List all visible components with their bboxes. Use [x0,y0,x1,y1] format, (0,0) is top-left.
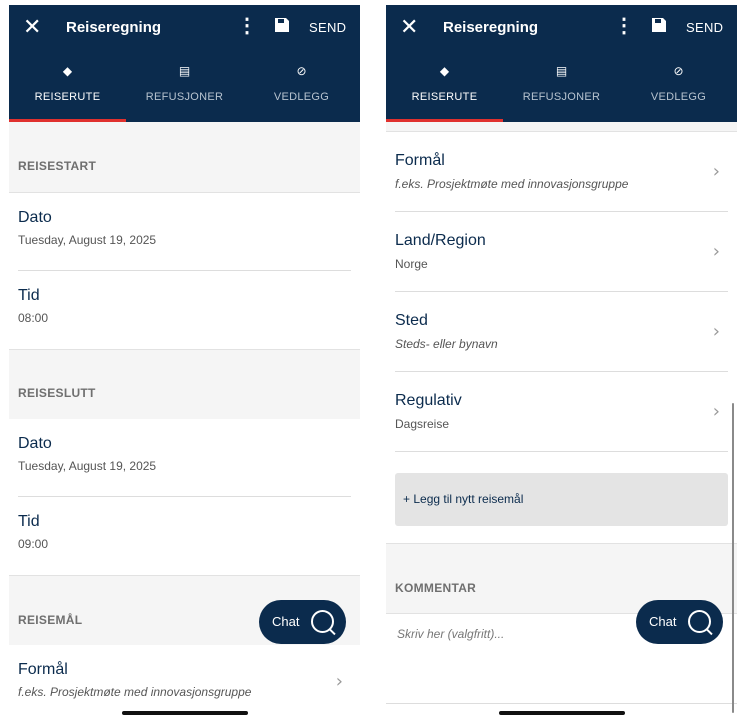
tab-reiserute[interactable]: ◆ REISERUTE [9,61,126,122]
page-title: Reiseregning [443,19,539,36]
section-title: REISESTART [18,159,97,173]
close-icon[interactable]: ✕ [400,13,418,41]
tab-label: REISERUTE [34,91,101,103]
paperclip-icon: ⊘ [296,64,307,78]
field-value: Dagsreise [395,417,450,431]
route-icon: ◆ [439,64,450,78]
chat-button[interactable]: Chat [636,600,723,644]
section-title: KOMMENTAR [395,581,477,595]
send-button[interactable]: SEND [686,20,723,35]
receipt-icon: ▤ [178,64,191,78]
send-button[interactable]: SEND [309,20,346,35]
reisestart-tid-row[interactable]: Tid 08:00 [9,271,360,349]
more-options-icon[interactable]: ⋮ [614,15,634,37]
tab-label: REISERUTE [411,91,478,103]
chat-label: Chat [272,614,300,629]
sted-row[interactable]: Sted Steds- eller bynavn › [386,292,737,372]
section-header-reiseslutt: REISESLUTT [9,349,360,420]
screen-right: ✕ Reiseregning ⋮ SEND ◆ REISERUTE ▤ REFU… [386,5,737,721]
field-value: 09:00 [18,537,49,551]
tab-vedlegg[interactable]: ⊘ VEDLEGG [620,61,737,122]
home-indicator [498,711,625,715]
field-placeholder: f.eks. Prosjektmøte med innovasjonsgrupp… [18,685,252,699]
app-bar: ✕ Reiseregning ⋮ SEND ◆ REISERUTE ▤ REFU… [386,5,737,122]
chat-label: Chat [649,614,677,629]
reisestart-dato-row[interactable]: Dato Tuesday, August 19, 2025 [9,193,360,271]
paperclip-icon: ⊘ [673,64,684,78]
screen-left: ✕ Reiseregning ⋮ SEND ◆ REISERUTE ▤ REFU… [9,5,360,721]
reiseslutt-dato-row[interactable]: Dato Tuesday, August 19, 2025 [9,419,360,497]
field-label: Sted [395,312,428,329]
chevron-right-icon: › [712,241,720,262]
app-bar: ✕ Reiseregning ⋮ SEND ◆ REISERUTE ▤ REFU… [9,5,360,122]
reisemal-formal-row[interactable]: Formål f.eks. Prosjektmøte med innovasjo… [9,645,360,721]
field-label: Formål [395,152,445,169]
field-label: Dato [18,209,52,226]
home-indicator [121,711,248,715]
receipt-icon: ▤ [555,64,568,78]
field-label: Dato [18,435,52,452]
reiseslutt-tid-row[interactable]: Tid 09:00 [9,497,360,575]
more-options-icon[interactable]: ⋮ [237,15,257,37]
tab-refusjoner[interactable]: ▤ REFUSJONER [126,61,243,122]
close-icon[interactable]: ✕ [23,13,41,41]
section-title: REISEMÅL [18,613,83,627]
field-value: Tuesday, August 19, 2025 [18,233,157,247]
field-label: Land/Region [395,232,486,249]
land-region-row[interactable]: Land/Region Norge › [386,212,737,292]
tab-refusjoner[interactable]: ▤ REFUSJONER [503,61,620,122]
section-header-reisestart: REISESTART [9,122,360,193]
section-title: REISESLUTT [18,386,96,400]
field-label: Formål [18,661,68,678]
page-title: Reiseregning [66,19,162,36]
field-placeholder: f.eks. Prosjektmøte med innovasjonsgrupp… [395,177,629,191]
chevron-right-icon: › [335,671,343,692]
tab-label: VEDLEGG [273,91,330,103]
field-value: Norge [395,257,428,271]
tab-label: REFUSJONER [522,91,601,103]
section-header-reisemal [386,122,737,132]
add-destination-button[interactable]: + Legg til nytt reisemål [395,473,728,526]
comment-placeholder: Skriv her (valgfritt)... [397,627,505,641]
save-icon[interactable] [274,17,290,33]
formal-row[interactable]: Formål f.eks. Prosjektmøte med innovasjo… [386,132,737,212]
field-placeholder: Steds- eller bynavn [395,337,498,351]
tab-vedlegg[interactable]: ⊘ VEDLEGG [243,61,360,122]
save-icon[interactable] [651,17,667,33]
chat-bubble-icon [311,610,334,633]
field-value: Tuesday, August 19, 2025 [18,459,157,473]
chat-bubble-icon [688,610,711,633]
tab-label: VEDLEGG [650,91,707,103]
tab-label: REFUSJONER [145,91,224,103]
divider [395,451,728,452]
chat-button[interactable]: Chat [259,600,346,644]
chevron-right-icon: › [712,401,720,422]
route-icon: ◆ [62,64,73,78]
scrollbar[interactable] [732,403,734,713]
chevron-right-icon: › [712,321,720,342]
field-value: 08:00 [18,311,49,325]
field-label: Tid [18,513,40,530]
chevron-right-icon: › [712,161,720,182]
field-label: Tid [18,287,40,304]
regulativ-row[interactable]: Regulativ Dagsreise › [386,372,737,452]
tab-reiserute[interactable]: ◆ REISERUTE [386,61,503,122]
field-label: Regulativ [395,392,462,409]
add-destination-label: + Legg til nytt reisemål [403,492,524,506]
